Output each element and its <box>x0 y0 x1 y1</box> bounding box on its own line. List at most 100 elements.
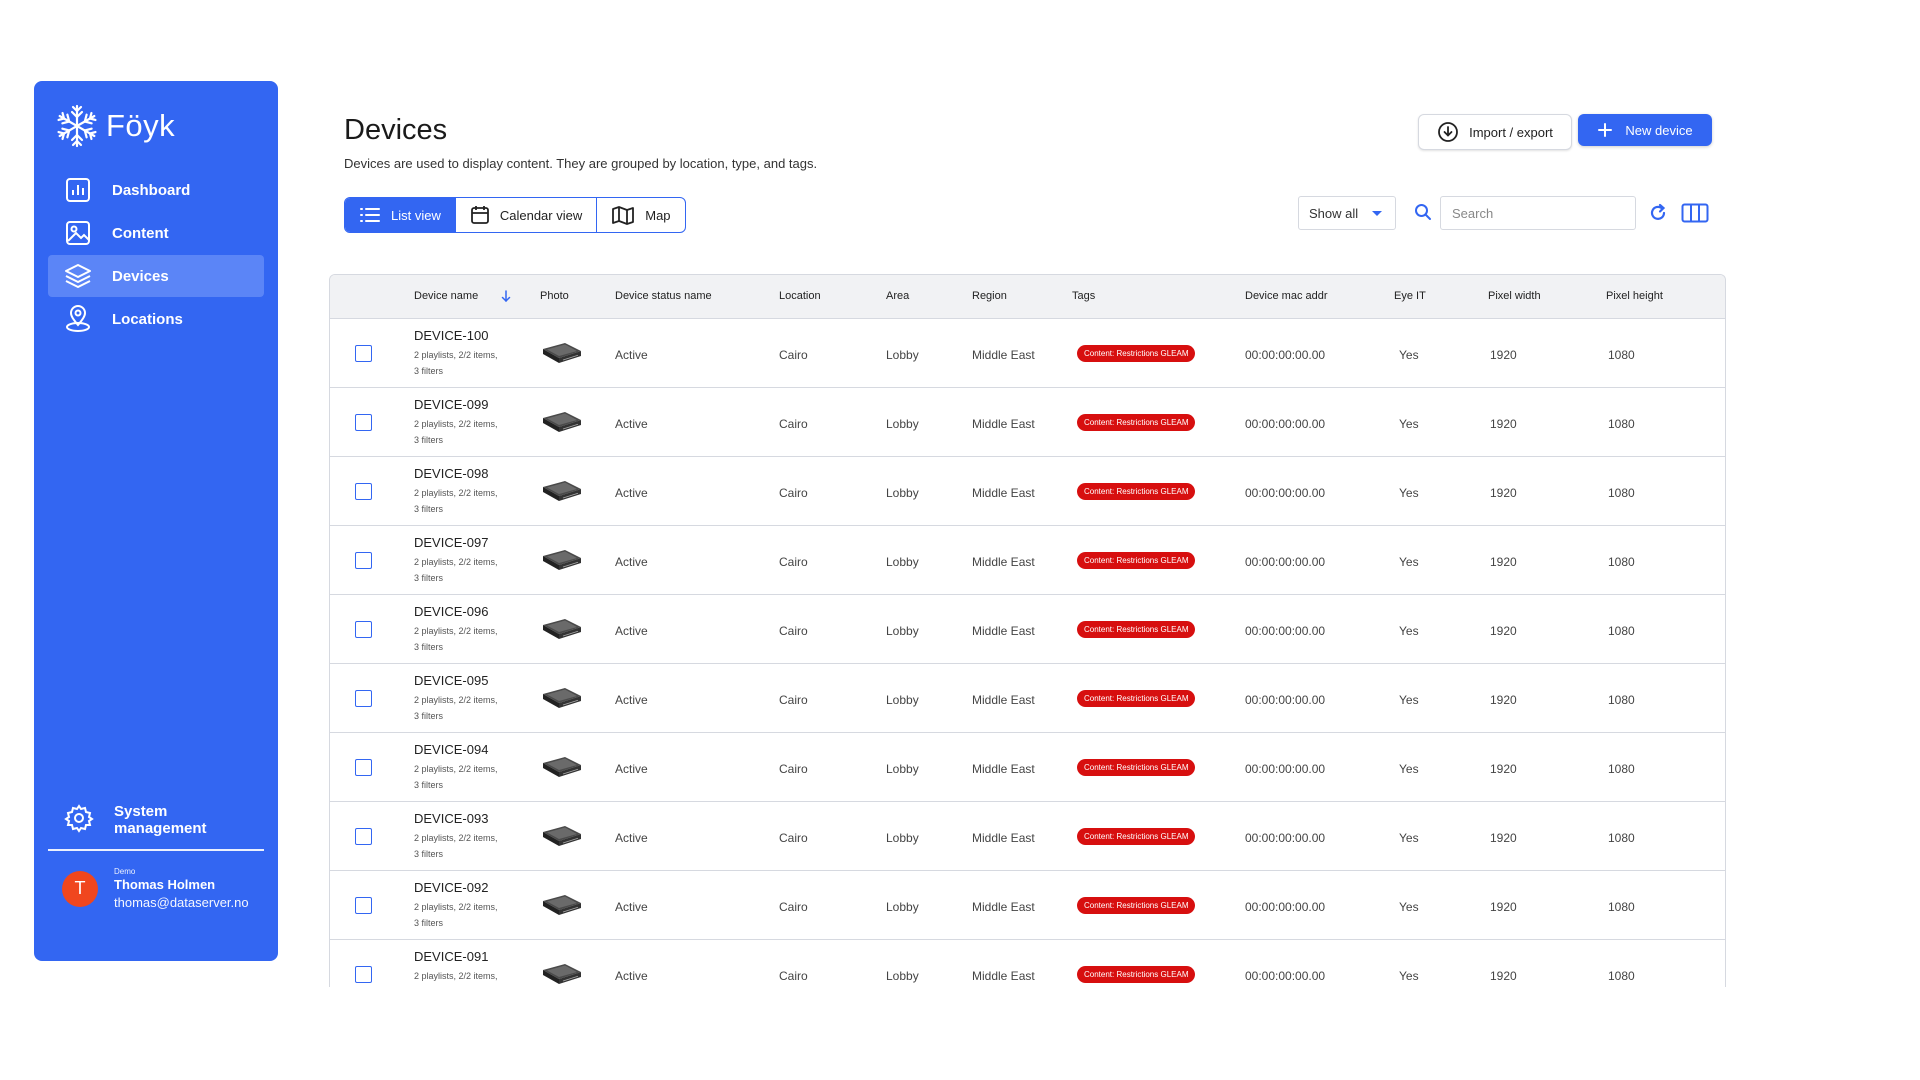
import-export-button[interactable]: Import / export <box>1418 114 1572 150</box>
device-photo-icon <box>543 964 581 984</box>
device-name[interactable]: DEVICE-091 <box>414 949 488 964</box>
tag-badge[interactable]: Content: Restrictions GLEAM <box>1077 552 1196 569</box>
device-area: Lobby <box>886 624 919 638</box>
tag-badge[interactable]: Content: Restrictions GLEAM <box>1077 483 1196 500</box>
table-row[interactable]: DEVICE-097 2 playlists, 2/2 items, 3 fil… <box>330 526 1725 595</box>
device-mac: 00:00:00:00.00 <box>1245 900 1326 914</box>
device-name[interactable]: DEVICE-093 <box>414 811 488 826</box>
row-checkbox[interactable] <box>355 552 372 569</box>
table-row[interactable]: DEVICE-096 2 playlists, 2/2 items, 3 fil… <box>330 595 1725 664</box>
device-mac: 00:00:00:00.00 <box>1245 555 1326 569</box>
column-header-eye-it[interactable]: Eye IT <box>1394 290 1426 302</box>
new-device-button[interactable]: New device <box>1578 114 1712 146</box>
refresh-icon[interactable] <box>1648 203 1668 223</box>
tag-badge[interactable]: Content: Restrictions GLEAM <box>1077 966 1196 983</box>
device-location: Cairo <box>779 555 808 569</box>
tag-badge[interactable]: Content: Restrictions GLEAM <box>1077 897 1196 914</box>
device-status: Active <box>615 417 648 431</box>
device-name[interactable]: DEVICE-100 <box>414 328 488 343</box>
table-row[interactable]: DEVICE-098 2 playlists, 2/2 items, 3 fil… <box>330 457 1725 526</box>
table-row[interactable]: DEVICE-092 2 playlists, 2/2 items, 3 fil… <box>330 871 1725 940</box>
row-checkbox[interactable] <box>355 345 372 362</box>
device-pixel-width: 1920 <box>1490 348 1517 362</box>
device-location: Cairo <box>779 693 808 707</box>
table-row[interactable]: DEVICE-093 2 playlists, 2/2 items, 3 fil… <box>330 802 1725 871</box>
layers-icon <box>64 262 92 290</box>
user-tag: Demo <box>114 867 136 876</box>
user-profile[interactable]: T Demo Thomas Holmen thomas@dataserver.n… <box>62 867 249 910</box>
table-row[interactable]: DEVICE-099 2 playlists, 2/2 items, 3 fil… <box>330 388 1725 457</box>
columns-icon[interactable] <box>1681 203 1709 223</box>
sidebar-item-label: Devices <box>112 267 169 285</box>
column-header-status[interactable]: Device status name <box>615 290 712 302</box>
device-status: Active <box>615 900 648 914</box>
search-input[interactable] <box>1440 196 1636 230</box>
tag-badge[interactable]: Content: Restrictions GLEAM <box>1077 621 1196 638</box>
tab-map[interactable]: Map <box>596 198 684 232</box>
sidebar-item-locations[interactable]: Locations <box>48 298 264 340</box>
tag-badge[interactable]: Content: Restrictions GLEAM <box>1077 414 1196 431</box>
device-name[interactable]: DEVICE-095 <box>414 673 488 688</box>
row-checkbox[interactable] <box>355 759 372 776</box>
column-header-pixel-height[interactable]: Pixel height <box>1606 290 1663 302</box>
device-name[interactable]: DEVICE-092 <box>414 880 488 895</box>
device-meta: 2 playlists, 2/2 items, 3 filters <box>414 416 524 448</box>
row-checkbox[interactable] <box>355 966 372 983</box>
brand-logo[interactable]: Föyk <box>54 103 175 149</box>
column-header-pixel-width[interactable]: Pixel width <box>1488 290 1541 302</box>
device-area: Lobby <box>886 762 919 776</box>
device-pixel-height: 1080 <box>1608 969 1635 983</box>
user-email: thomas@dataserver.no <box>114 895 249 910</box>
column-header-location[interactable]: Location <box>779 290 821 302</box>
device-region: Middle East <box>972 693 1035 707</box>
search-icon[interactable] <box>1414 203 1432 221</box>
tag-badge[interactable]: Content: Restrictions GLEAM <box>1077 345 1196 362</box>
column-header-tags[interactable]: Tags <box>1072 290 1095 302</box>
column-header-region[interactable]: Region <box>972 290 1007 302</box>
device-eye-it: Yes <box>1399 417 1419 431</box>
device-name[interactable]: DEVICE-097 <box>414 535 488 550</box>
row-checkbox[interactable] <box>355 690 372 707</box>
sidebar-item-dashboard[interactable]: Dashboard <box>48 169 264 211</box>
device-status: Active <box>615 555 648 569</box>
column-header-area[interactable]: Area <box>886 290 909 302</box>
arrow-down-icon[interactable] <box>501 289 511 303</box>
sidebar-item-content[interactable]: Content <box>48 212 264 254</box>
device-meta-items: 2 playlists, 2/2 items, <box>414 626 498 636</box>
tag-badge[interactable]: Content: Restrictions GLEAM <box>1077 759 1196 776</box>
row-checkbox[interactable] <box>355 897 372 914</box>
column-header-mac[interactable]: Device mac addr <box>1245 290 1328 302</box>
tag-badge[interactable]: Content: Restrictions GLEAM <box>1077 828 1196 845</box>
device-name[interactable]: DEVICE-096 <box>414 604 488 619</box>
column-header-photo[interactable]: Photo <box>540 290 569 302</box>
table-row[interactable]: DEVICE-095 2 playlists, 2/2 items, 3 fil… <box>330 664 1725 733</box>
device-area: Lobby <box>886 348 919 362</box>
device-region: Middle East <box>972 831 1035 845</box>
map-pin-icon <box>64 305 92 333</box>
table-row[interactable]: DEVICE-100 2 playlists, 2/2 items, 3 fil… <box>330 319 1725 388</box>
tab-label: Calendar view <box>499 207 583 223</box>
device-pixel-height: 1080 <box>1608 624 1635 638</box>
row-checkbox[interactable] <box>355 621 372 638</box>
sidebar-item-system-management[interactable]: System management <box>48 795 264 845</box>
device-name[interactable]: DEVICE-099 <box>414 397 488 412</box>
row-checkbox[interactable] <box>355 414 372 431</box>
tag-badge[interactable]: Content: Restrictions GLEAM <box>1077 690 1196 707</box>
device-name[interactable]: DEVICE-098 <box>414 466 488 481</box>
column-header-device-name[interactable]: Device name <box>414 290 478 302</box>
table-row[interactable]: DEVICE-094 2 playlists, 2/2 items, 3 fil… <box>330 733 1725 802</box>
device-area: Lobby <box>886 900 919 914</box>
filter-dropdown[interactable]: Show all <box>1298 196 1396 230</box>
device-region: Middle East <box>972 969 1035 983</box>
tab-list-view[interactable]: List view <box>345 198 455 232</box>
table-row[interactable]: DEVICE-091 2 playlists, 2/2 items, 3 fil… <box>330 940 1725 987</box>
device-photo-icon <box>543 412 581 432</box>
row-checkbox[interactable] <box>355 483 372 500</box>
device-name[interactable]: DEVICE-094 <box>414 742 488 757</box>
device-meta-items: 2 playlists, 2/2 items, <box>414 419 498 429</box>
row-checkbox[interactable] <box>355 828 372 845</box>
device-meta: 2 playlists, 2/2 items, 3 filters <box>414 899 524 931</box>
device-area: Lobby <box>886 969 919 983</box>
sidebar-item-devices[interactable]: Devices <box>48 255 264 297</box>
tab-calendar-view[interactable]: Calendar view <box>454 198 596 232</box>
